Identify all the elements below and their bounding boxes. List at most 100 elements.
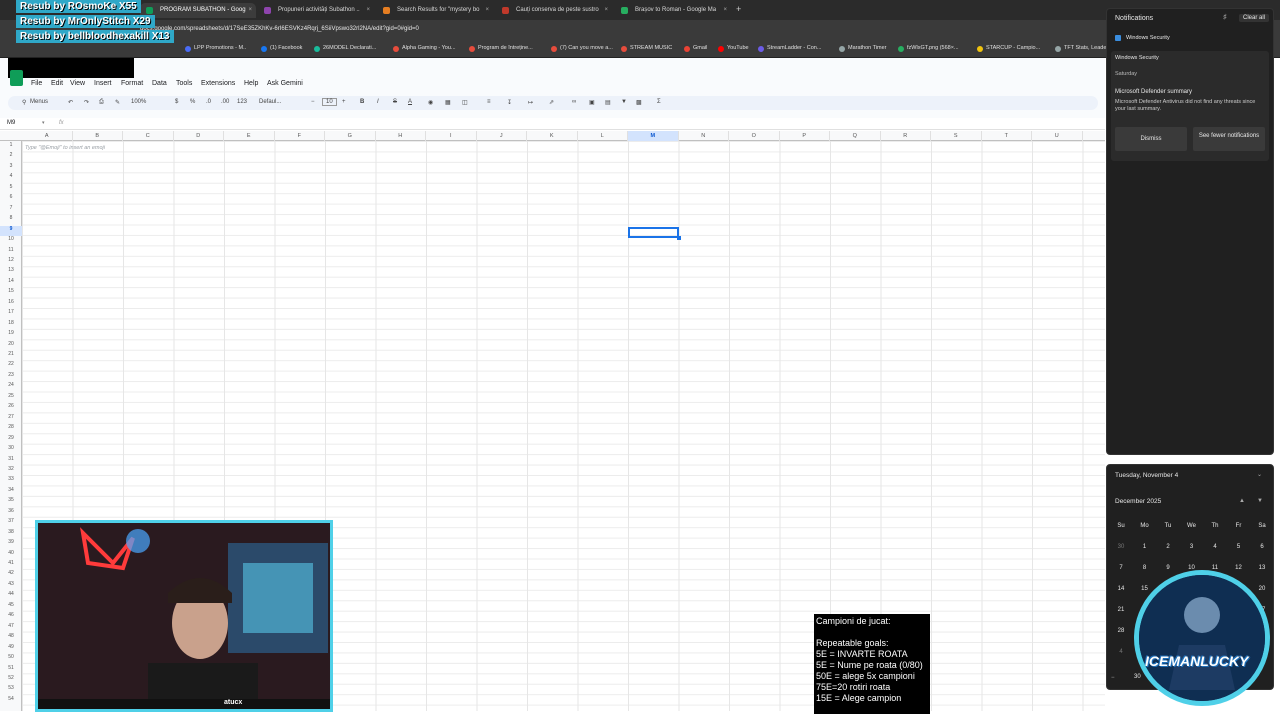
calendar-day[interactable]: 3 xyxy=(1182,544,1202,550)
font-size-decrease-icon[interactable]: − xyxy=(311,99,315,105)
vertical-align-icon[interactable]: ↧ xyxy=(507,99,512,106)
calendar-day[interactable]: 14 xyxy=(1111,586,1131,592)
calendar-day[interactable]: 21 xyxy=(1111,607,1131,613)
calendar-day[interactable]: 5 xyxy=(1229,544,1249,550)
column-header[interactable]: K xyxy=(527,131,578,141)
row-header[interactable]: 46 xyxy=(0,612,22,622)
row-header[interactable]: 1 xyxy=(0,142,22,152)
column-header[interactable]: A xyxy=(22,131,73,141)
row-header[interactable]: 18 xyxy=(0,320,22,330)
column-header[interactable]: F xyxy=(275,131,325,141)
row-header[interactable]: 48 xyxy=(0,633,22,643)
filter-views-icon[interactable]: ▩ xyxy=(636,99,642,106)
row-header[interactable]: 4 xyxy=(0,173,22,183)
calendar-day[interactable]: 28 xyxy=(1111,628,1131,634)
browser-tab[interactable]: Brașov to Roman - Google Ma × xyxy=(615,3,731,18)
row-header[interactable]: 9 xyxy=(0,225,22,237)
column-header[interactable]: C xyxy=(123,131,174,141)
menus-button[interactable]: Menus xyxy=(30,99,48,105)
calendar-day[interactable]: 12 xyxy=(1229,565,1249,571)
row-header[interactable]: 45 xyxy=(0,602,22,612)
menu-insert[interactable]: Insert xyxy=(94,80,112,87)
menu-format[interactable]: Format xyxy=(121,80,143,87)
row-header[interactable]: 7 xyxy=(0,205,22,215)
row-header[interactable]: 37 xyxy=(0,518,22,528)
font-size-increase-icon[interactable]: + xyxy=(342,99,346,105)
menu-file[interactable]: File xyxy=(31,80,42,87)
calendar-month[interactable]: December 2025 xyxy=(1115,498,1161,505)
row-header[interactable]: 20 xyxy=(0,341,22,351)
selected-cell[interactable] xyxy=(628,227,679,238)
zoom-select[interactable]: 100% xyxy=(131,99,146,105)
column-header[interactable]: I xyxy=(426,131,477,141)
calendar-day[interactable]: 8 xyxy=(1135,565,1155,571)
column-header[interactable]: S xyxy=(931,131,982,141)
tab-close-icon[interactable]: × xyxy=(366,3,370,18)
bookmark-item[interactable]: LPP Promotions - M.. xyxy=(185,45,246,52)
comment-icon[interactable]: ▣ xyxy=(589,99,595,106)
browser-tab[interactable]: Propuneri activități Subathon .. × xyxy=(258,3,374,18)
row-header[interactable]: 2 xyxy=(0,152,22,162)
undo-icon[interactable]: ↶ xyxy=(68,99,73,106)
column-header[interactable]: Q xyxy=(830,131,881,141)
column-header[interactable]: U xyxy=(1032,131,1083,141)
next-month-icon[interactable]: ▼ xyxy=(1257,498,1263,504)
currency-format-button[interactable]: $ xyxy=(175,99,178,105)
row-header[interactable]: 36 xyxy=(0,508,22,518)
column-header[interactable]: P xyxy=(780,131,830,141)
row-header[interactable]: 25 xyxy=(0,393,22,403)
font-select[interactable]: Defaul... xyxy=(259,99,281,105)
row-header[interactable]: 28 xyxy=(0,424,22,434)
do-not-disturb-icon[interactable]: ♯ xyxy=(1223,14,1227,21)
url-bar[interactable]: docs.google.com/spreadsheets/d/17SeE35ZK… xyxy=(0,20,1280,42)
menu-view[interactable]: View xyxy=(70,80,85,87)
column-header[interactable]: B xyxy=(73,131,123,141)
column-header[interactable]: N xyxy=(679,131,729,141)
tab-close-icon[interactable]: × xyxy=(485,3,489,18)
see-fewer-button[interactable]: See fewer notifications xyxy=(1193,127,1265,151)
browser-tab[interactable]: Cauți conserva de peste sustro × xyxy=(496,3,612,18)
filter-icon[interactable]: ▼ xyxy=(621,99,627,105)
menu-tools[interactable]: Tools xyxy=(176,80,192,87)
text-color-button[interactable]: A xyxy=(408,99,412,105)
strikethrough-button[interactable]: S xyxy=(393,99,397,105)
link-icon[interactable]: ∞ xyxy=(572,99,576,105)
row-header[interactable]: 15 xyxy=(0,288,22,298)
row-header[interactable]: 47 xyxy=(0,623,22,633)
row-header[interactable]: 53 xyxy=(0,685,22,695)
row-header[interactable]: 11 xyxy=(0,247,22,257)
bold-button[interactable]: B xyxy=(360,99,364,105)
column-header[interactable]: D xyxy=(174,131,224,141)
decrease-decimal-button[interactable]: .0 xyxy=(206,99,211,105)
calendar-day[interactable]: 7 xyxy=(1111,565,1131,571)
fill-color-icon[interactable]: ◉ xyxy=(428,99,433,106)
tab-close-icon[interactable]: × xyxy=(604,3,608,18)
column-header[interactable]: G xyxy=(325,131,376,141)
bookmark-item[interactable]: 26MODEL Declarati... xyxy=(314,45,376,52)
name-box[interactable]: M9 xyxy=(7,120,15,126)
row-header[interactable]: 52 xyxy=(0,675,22,685)
row-header[interactable]: 21 xyxy=(0,351,22,361)
increase-decimal-button[interactable]: .00 xyxy=(221,99,229,105)
row-header[interactable]: 32 xyxy=(0,466,22,476)
row-header[interactable]: 14 xyxy=(0,278,22,288)
notification-card[interactable]: Windows Security Saturday Microsoft Defe… xyxy=(1111,51,1269,161)
bookmark-item[interactable]: (1) Facebook xyxy=(261,45,302,52)
browser-tab[interactable]: Search Results for "mystery bo × xyxy=(377,3,493,18)
bookmark-item[interactable]: YouTube xyxy=(718,45,749,52)
row-header[interactable]: 38 xyxy=(0,529,22,539)
column-header[interactable]: H xyxy=(376,131,426,141)
row-header[interactable]: 43 xyxy=(0,581,22,591)
font-size-input[interactable]: 10 xyxy=(322,98,337,106)
tab-close-icon[interactable]: × xyxy=(248,3,252,18)
functions-button[interactable]: Σ xyxy=(657,99,661,105)
row-header[interactable]: 6 xyxy=(0,194,22,204)
prev-month-icon[interactable]: ▲ xyxy=(1239,498,1245,504)
row-header[interactable]: 40 xyxy=(0,550,22,560)
row-header[interactable]: 27 xyxy=(0,414,22,424)
row-header[interactable]: 54 xyxy=(0,696,22,706)
bookmark-item[interactable]: STREAM MUSIC xyxy=(621,45,672,52)
row-header[interactable]: 12 xyxy=(0,257,22,267)
row-header[interactable]: 10 xyxy=(0,236,22,246)
timer-minus-icon[interactable]: − xyxy=(1111,675,1115,681)
